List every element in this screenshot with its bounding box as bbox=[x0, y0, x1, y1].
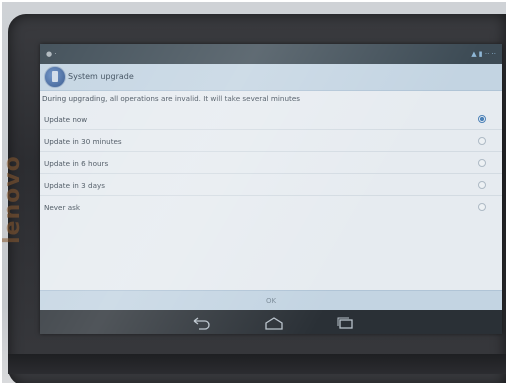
upgrade-options-list: Update now Update in 30 minutes Update i… bbox=[40, 108, 502, 217]
dialog-button-bar: OK bbox=[40, 290, 502, 311]
dialog-message: During upgrading, all operations are inv… bbox=[42, 94, 300, 103]
option-label: Update in 6 hours bbox=[44, 159, 109, 168]
option-label: Update in 30 minutes bbox=[44, 137, 122, 146]
tablet-screen: ● · ▲ ▮ ·· ·· System upgrade During upgr… bbox=[40, 44, 502, 334]
radio-icon[interactable] bbox=[478, 203, 486, 211]
radio-icon[interactable] bbox=[478, 159, 486, 167]
option-never-ask[interactable]: Never ask bbox=[40, 196, 502, 217]
radio-selected-icon[interactable] bbox=[478, 115, 486, 123]
photo-frame: lenovo ● · ▲ ▮ ·· ·· System upgrade Duri… bbox=[2, 2, 506, 383]
option-update-3-days[interactable]: Update in 3 days bbox=[40, 174, 502, 196]
option-update-now[interactable]: Update now bbox=[40, 108, 502, 130]
radio-icon[interactable] bbox=[478, 181, 486, 189]
radio-icon[interactable] bbox=[478, 137, 486, 145]
option-label: Update now bbox=[44, 115, 88, 124]
recent-apps-icon[interactable] bbox=[334, 315, 356, 329]
dialog-header: System upgrade bbox=[40, 64, 502, 91]
system-upgrade-icon bbox=[44, 66, 66, 88]
option-label: Never ask bbox=[44, 203, 81, 212]
notification-icon: ● · bbox=[46, 50, 57, 58]
brand-logo: lenovo bbox=[2, 155, 25, 244]
ok-button[interactable]: OK bbox=[40, 291, 502, 311]
option-update-30-minutes[interactable]: Update in 30 minutes bbox=[40, 130, 502, 152]
navigation-bar bbox=[40, 310, 502, 334]
bottom-bezel bbox=[8, 354, 506, 374]
home-icon[interactable] bbox=[263, 315, 285, 330]
status-bar: ● · ▲ ▮ ·· ·· bbox=[40, 44, 502, 64]
option-label: Update in 3 days bbox=[44, 181, 105, 190]
status-icons: ▲ ▮ ·· ·· bbox=[471, 50, 496, 58]
option-update-6-hours[interactable]: Update in 6 hours bbox=[40, 152, 502, 174]
dialog-title: System upgrade bbox=[68, 72, 134, 81]
back-icon[interactable] bbox=[190, 315, 212, 330]
